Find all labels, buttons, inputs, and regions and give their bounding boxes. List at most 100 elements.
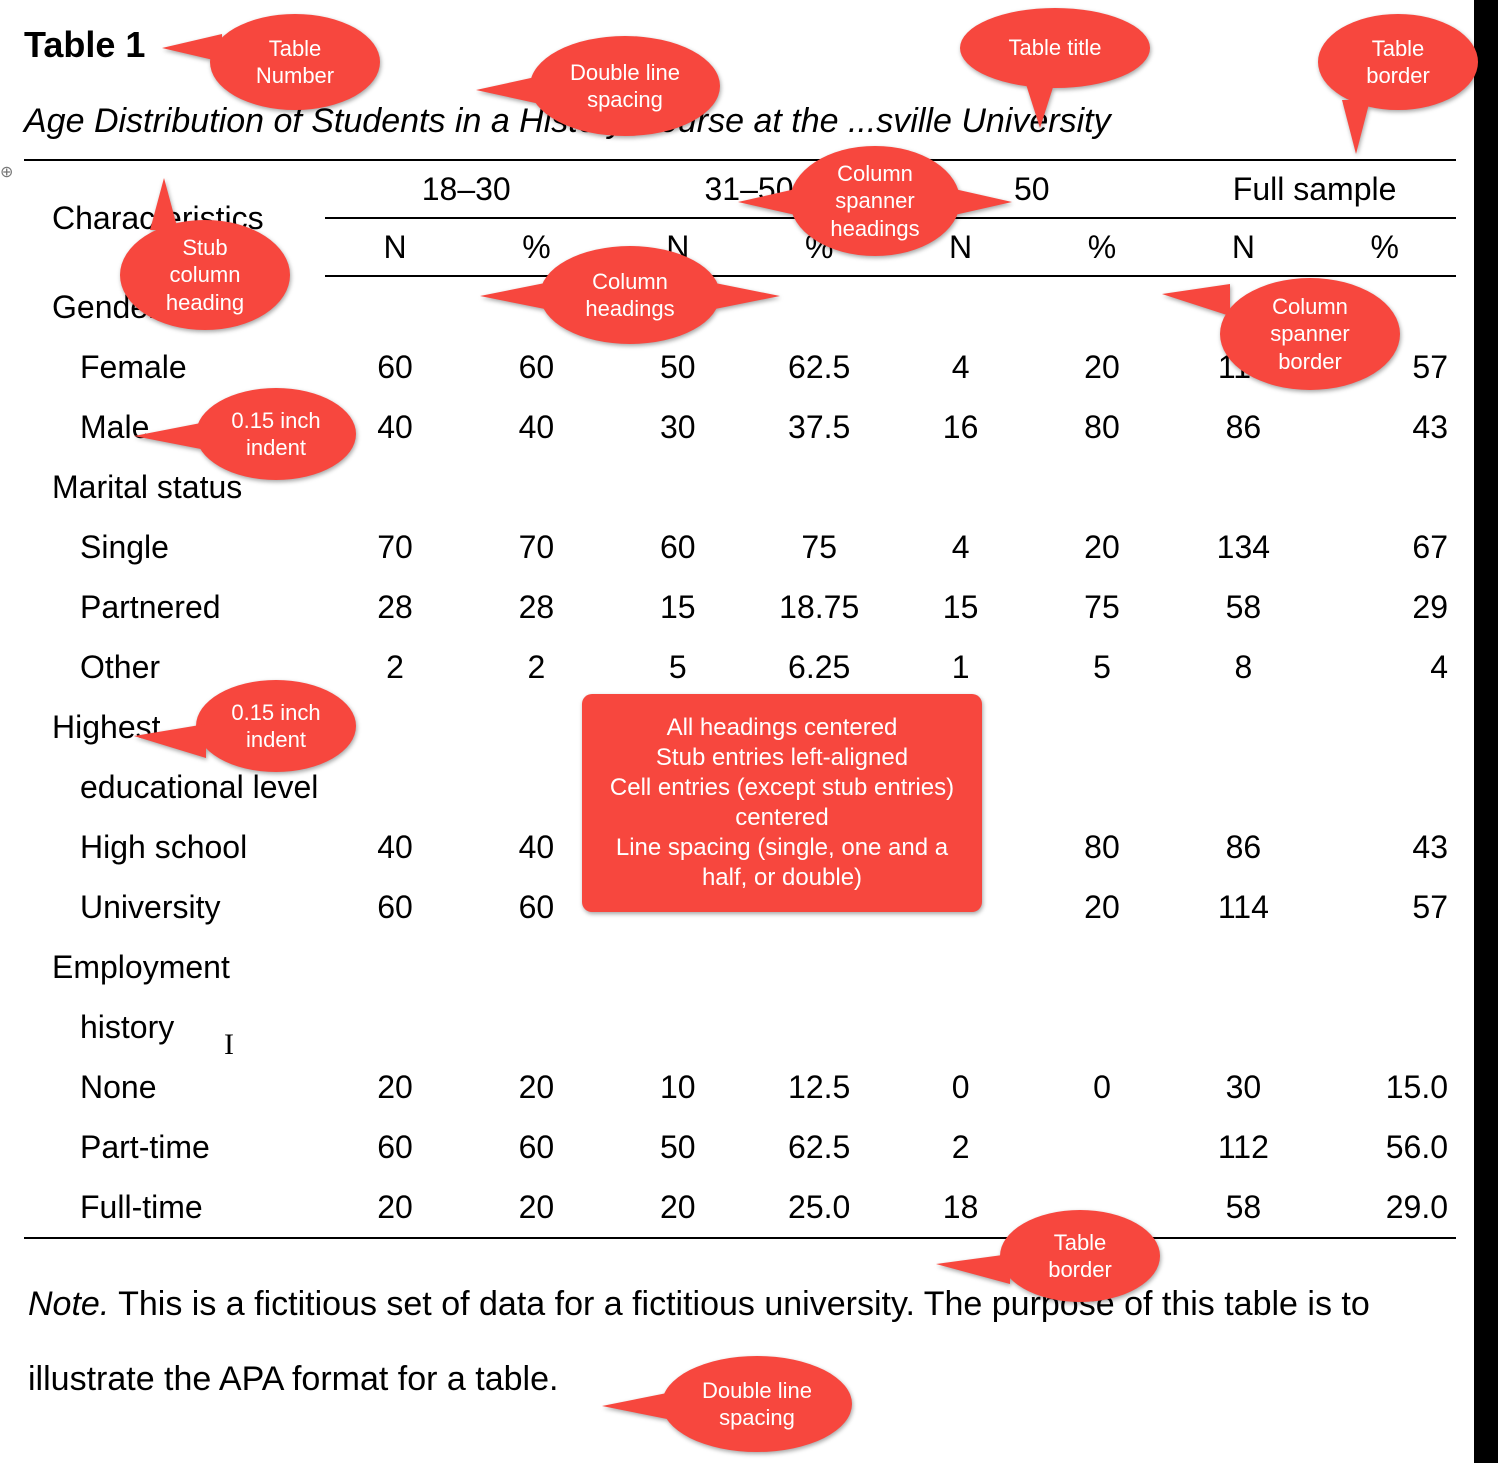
- stub-entry: High school: [24, 817, 325, 877]
- cell: 20: [325, 1057, 465, 1117]
- col-h: N: [1173, 218, 1313, 276]
- cell: 70: [465, 517, 607, 577]
- callout-col-headings: Columnheadings: [540, 246, 720, 344]
- cell: 20: [1031, 517, 1173, 577]
- cell: 12.5: [748, 1057, 890, 1117]
- callout-indent-1: 0.15 inchindent: [196, 388, 356, 480]
- cell: 10: [608, 1057, 748, 1117]
- cell: 60: [608, 517, 748, 577]
- col-h: %: [1031, 218, 1173, 276]
- cell: 57: [1314, 877, 1456, 937]
- cell: 67: [1314, 517, 1456, 577]
- stub-entry: Single: [24, 517, 325, 577]
- col-h: %: [1314, 218, 1456, 276]
- cell: 60: [325, 877, 465, 937]
- spanner-4: Full sample: [1173, 160, 1456, 218]
- cell: 80: [1031, 817, 1173, 877]
- callout-col-spanner-border: Columnspannerborder: [1220, 278, 1400, 390]
- group-label: Employment: [24, 937, 1456, 997]
- cell: 6.25: [748, 637, 890, 697]
- cell: 5: [1031, 637, 1173, 697]
- group-row: history: [24, 997, 1456, 1057]
- callout-center-box: All headings centeredStub entries left-a…: [582, 694, 982, 912]
- cell: 20: [465, 1177, 607, 1238]
- table-row: Single7070607542013467: [24, 517, 1456, 577]
- cell: 0: [890, 1057, 1030, 1117]
- cell: 58: [1173, 577, 1313, 637]
- cell: 58: [1173, 1177, 1313, 1238]
- cell: 62.5: [748, 337, 890, 397]
- table-row: Full-time20202025.0185829.0: [24, 1177, 1456, 1238]
- cell: 75: [748, 517, 890, 577]
- cell: 30: [608, 397, 748, 457]
- cell: 28: [465, 577, 607, 637]
- cell: 20: [608, 1177, 748, 1238]
- cell: 15: [608, 577, 748, 637]
- cell: 20: [1031, 877, 1173, 937]
- anchor-icon: ⊕: [0, 165, 13, 181]
- callout-col-spanner: Columnspannerheadings: [790, 146, 960, 256]
- cell: 25.0: [748, 1177, 890, 1238]
- cell: 2: [465, 637, 607, 697]
- right-black-strip: [1474, 0, 1498, 1463]
- cell: 50: [608, 1117, 748, 1177]
- cell: 40: [325, 817, 465, 877]
- stub-entry: Part-time: [24, 1117, 325, 1177]
- callout-table-title: Table title: [960, 8, 1150, 88]
- cell: 29.0: [1314, 1177, 1456, 1238]
- callout-stub-col: Stubcolumnheading: [120, 220, 290, 330]
- spanner-1: 18–30: [325, 160, 608, 218]
- cell: 43: [1314, 397, 1456, 457]
- cell: 43: [1314, 817, 1456, 877]
- stub-entry: None: [24, 1057, 325, 1117]
- cell: 80: [1031, 397, 1173, 457]
- cell: 4: [890, 517, 1030, 577]
- cell: 60: [465, 337, 607, 397]
- cell: 4: [890, 337, 1030, 397]
- stub-entry: Full-time: [24, 1177, 325, 1238]
- cell: 5: [608, 637, 748, 697]
- cell: 20: [325, 1177, 465, 1238]
- cell: 16: [890, 397, 1030, 457]
- cell: 29: [1314, 577, 1456, 637]
- cell: 60: [325, 1117, 465, 1177]
- cell: 134: [1173, 517, 1313, 577]
- text-cursor-icon: I: [224, 1028, 234, 1062]
- cell: 15.0: [1314, 1057, 1456, 1117]
- cell: 60: [465, 1117, 607, 1177]
- table-row: None20201012.5003015.0: [24, 1057, 1456, 1117]
- cell: 18.75: [748, 577, 890, 637]
- cell: 28: [325, 577, 465, 637]
- cell: 112: [1173, 1117, 1313, 1177]
- group-row: Employment: [24, 937, 1456, 997]
- cell: 75: [1031, 577, 1173, 637]
- cell: 40: [465, 397, 607, 457]
- table-row: Part-time60605062.5211256.0: [24, 1117, 1456, 1177]
- callout-indent-2: 0.15 inchindent: [196, 680, 356, 772]
- cell: 86: [1173, 817, 1313, 877]
- callout-double-line-top: Double linespacing: [530, 36, 720, 136]
- cell: 86: [1173, 397, 1313, 457]
- callout-table-number: TableNumber: [210, 14, 380, 110]
- stub-entry: Partnered: [24, 577, 325, 637]
- cell: 20: [465, 1057, 607, 1117]
- cell: 50: [608, 337, 748, 397]
- group-label-cont: history: [24, 997, 1456, 1057]
- cell: 4: [1314, 637, 1456, 697]
- cell: 8: [1173, 637, 1313, 697]
- callout-double-line-bot: Double linespacing: [662, 1356, 852, 1452]
- cell: 15: [890, 577, 1030, 637]
- cell: 0: [1031, 1057, 1173, 1117]
- cell: 1: [890, 637, 1030, 697]
- cell: 114: [1173, 877, 1313, 937]
- cell: 30: [1173, 1057, 1313, 1117]
- cell: 20: [1031, 337, 1173, 397]
- callout-table-border-top: Tableborder: [1318, 14, 1478, 110]
- stub-entry: University: [24, 877, 325, 937]
- table-row: Partnered28281518.7515755829: [24, 577, 1456, 637]
- cell: 62.5: [748, 1117, 890, 1177]
- cell: 70: [325, 517, 465, 577]
- note-label: Note.: [28, 1285, 109, 1323]
- cell: [1031, 1117, 1173, 1177]
- cell: 37.5: [748, 397, 890, 457]
